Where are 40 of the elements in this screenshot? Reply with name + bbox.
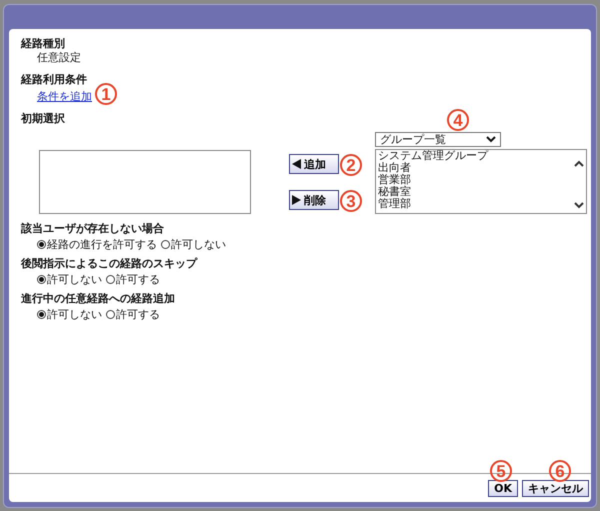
cancel-button[interactable]: キャンセル <box>522 480 589 496</box>
radio-button[interactable] <box>106 275 115 284</box>
list-item[interactable]: 管理部 <box>376 198 571 210</box>
option-label: 後閲指示によるこの経路のスキップ <box>21 257 198 270</box>
radio-button[interactable] <box>37 275 46 284</box>
selected-list[interactable] <box>39 150 251 214</box>
callout-number: 5 <box>490 460 512 482</box>
field-value: 任意設定 <box>36 51 82 64</box>
chevron-down-icon <box>486 136 496 143</box>
list-item[interactable]: 営業部 <box>376 174 571 186</box>
scroll-up-icon[interactable] <box>574 160 584 167</box>
scroll-down-icon[interactable] <box>574 202 584 209</box>
radio-button[interactable] <box>106 310 115 319</box>
radio-label[interactable]: 許可しない <box>171 238 226 251</box>
radio-label[interactable]: 許可する <box>116 308 160 321</box>
radio-button[interactable] <box>161 240 170 249</box>
callout-number: 4 <box>447 109 469 131</box>
callout-number: 3 <box>340 190 362 212</box>
remove-button[interactable]: 削除 <box>289 190 339 210</box>
add-condition-link[interactable]: 条件を追加 <box>37 90 92 103</box>
option-label: 進行中の任意経路への経路追加 <box>21 292 176 305</box>
radio-label[interactable]: 許可しない <box>47 308 102 321</box>
add-button[interactable]: 追加 <box>289 154 339 174</box>
field-label: 初期選択 <box>21 112 65 125</box>
radio-button[interactable] <box>37 240 46 249</box>
callout-number: 1 <box>95 83 117 105</box>
callout-number: 6 <box>549 460 571 482</box>
list-item[interactable]: 出向者 <box>376 162 571 174</box>
radio-label[interactable]: 許可しない <box>47 273 102 286</box>
list-item[interactable]: システム管理グループ <box>376 150 571 162</box>
radio-button[interactable] <box>37 310 46 319</box>
callout-number: 2 <box>340 154 362 176</box>
option-label: 該当ユーザが存在しない場合 <box>21 222 165 235</box>
list-item[interactable]: 秘書室 <box>376 186 571 198</box>
radio-label[interactable]: 許可する <box>116 273 160 286</box>
radio-label[interactable]: 経路の進行を許可する <box>47 238 157 251</box>
field-label: 経路利用条件 <box>21 73 87 86</box>
ok-button[interactable]: OK <box>488 480 518 496</box>
field-label: 経路種別 <box>21 37 65 50</box>
group-dropdown[interactable]: グループ一覧 <box>375 132 501 147</box>
